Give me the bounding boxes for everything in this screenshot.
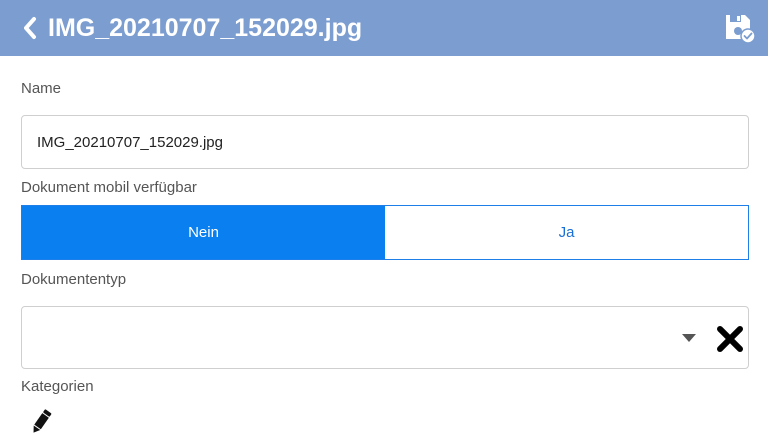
clear-button[interactable] <box>715 324 745 354</box>
document-type-select[interactable] <box>21 306 749 369</box>
option-nein-button[interactable]: Nein <box>22 206 385 259</box>
mobile-available-toggle: Nein Ja <box>21 205 749 260</box>
chevron-left-icon <box>24 17 36 39</box>
save-button[interactable] <box>724 12 758 44</box>
edit-categories-button[interactable] <box>30 408 52 436</box>
close-icon <box>717 326 743 352</box>
save-icon <box>726 15 756 44</box>
document-type-label: Dokumententyp <box>21 271 127 288</box>
name-label: Name <box>21 80 62 97</box>
app-header: IMG_20210707_152029.jpg <box>0 0 768 56</box>
name-input[interactable] <box>21 115 749 169</box>
back-button[interactable] <box>18 14 42 42</box>
categories-label: Kategorien <box>21 378 94 395</box>
option-ja-button[interactable]: Ja <box>385 206 748 259</box>
mobile-available-label: Dokument mobil verfügbar <box>21 179 197 196</box>
caret-down-icon <box>682 334 696 342</box>
pencil-icon <box>33 409 52 433</box>
page-title: IMG_20210707_152029.jpg <box>48 14 363 42</box>
